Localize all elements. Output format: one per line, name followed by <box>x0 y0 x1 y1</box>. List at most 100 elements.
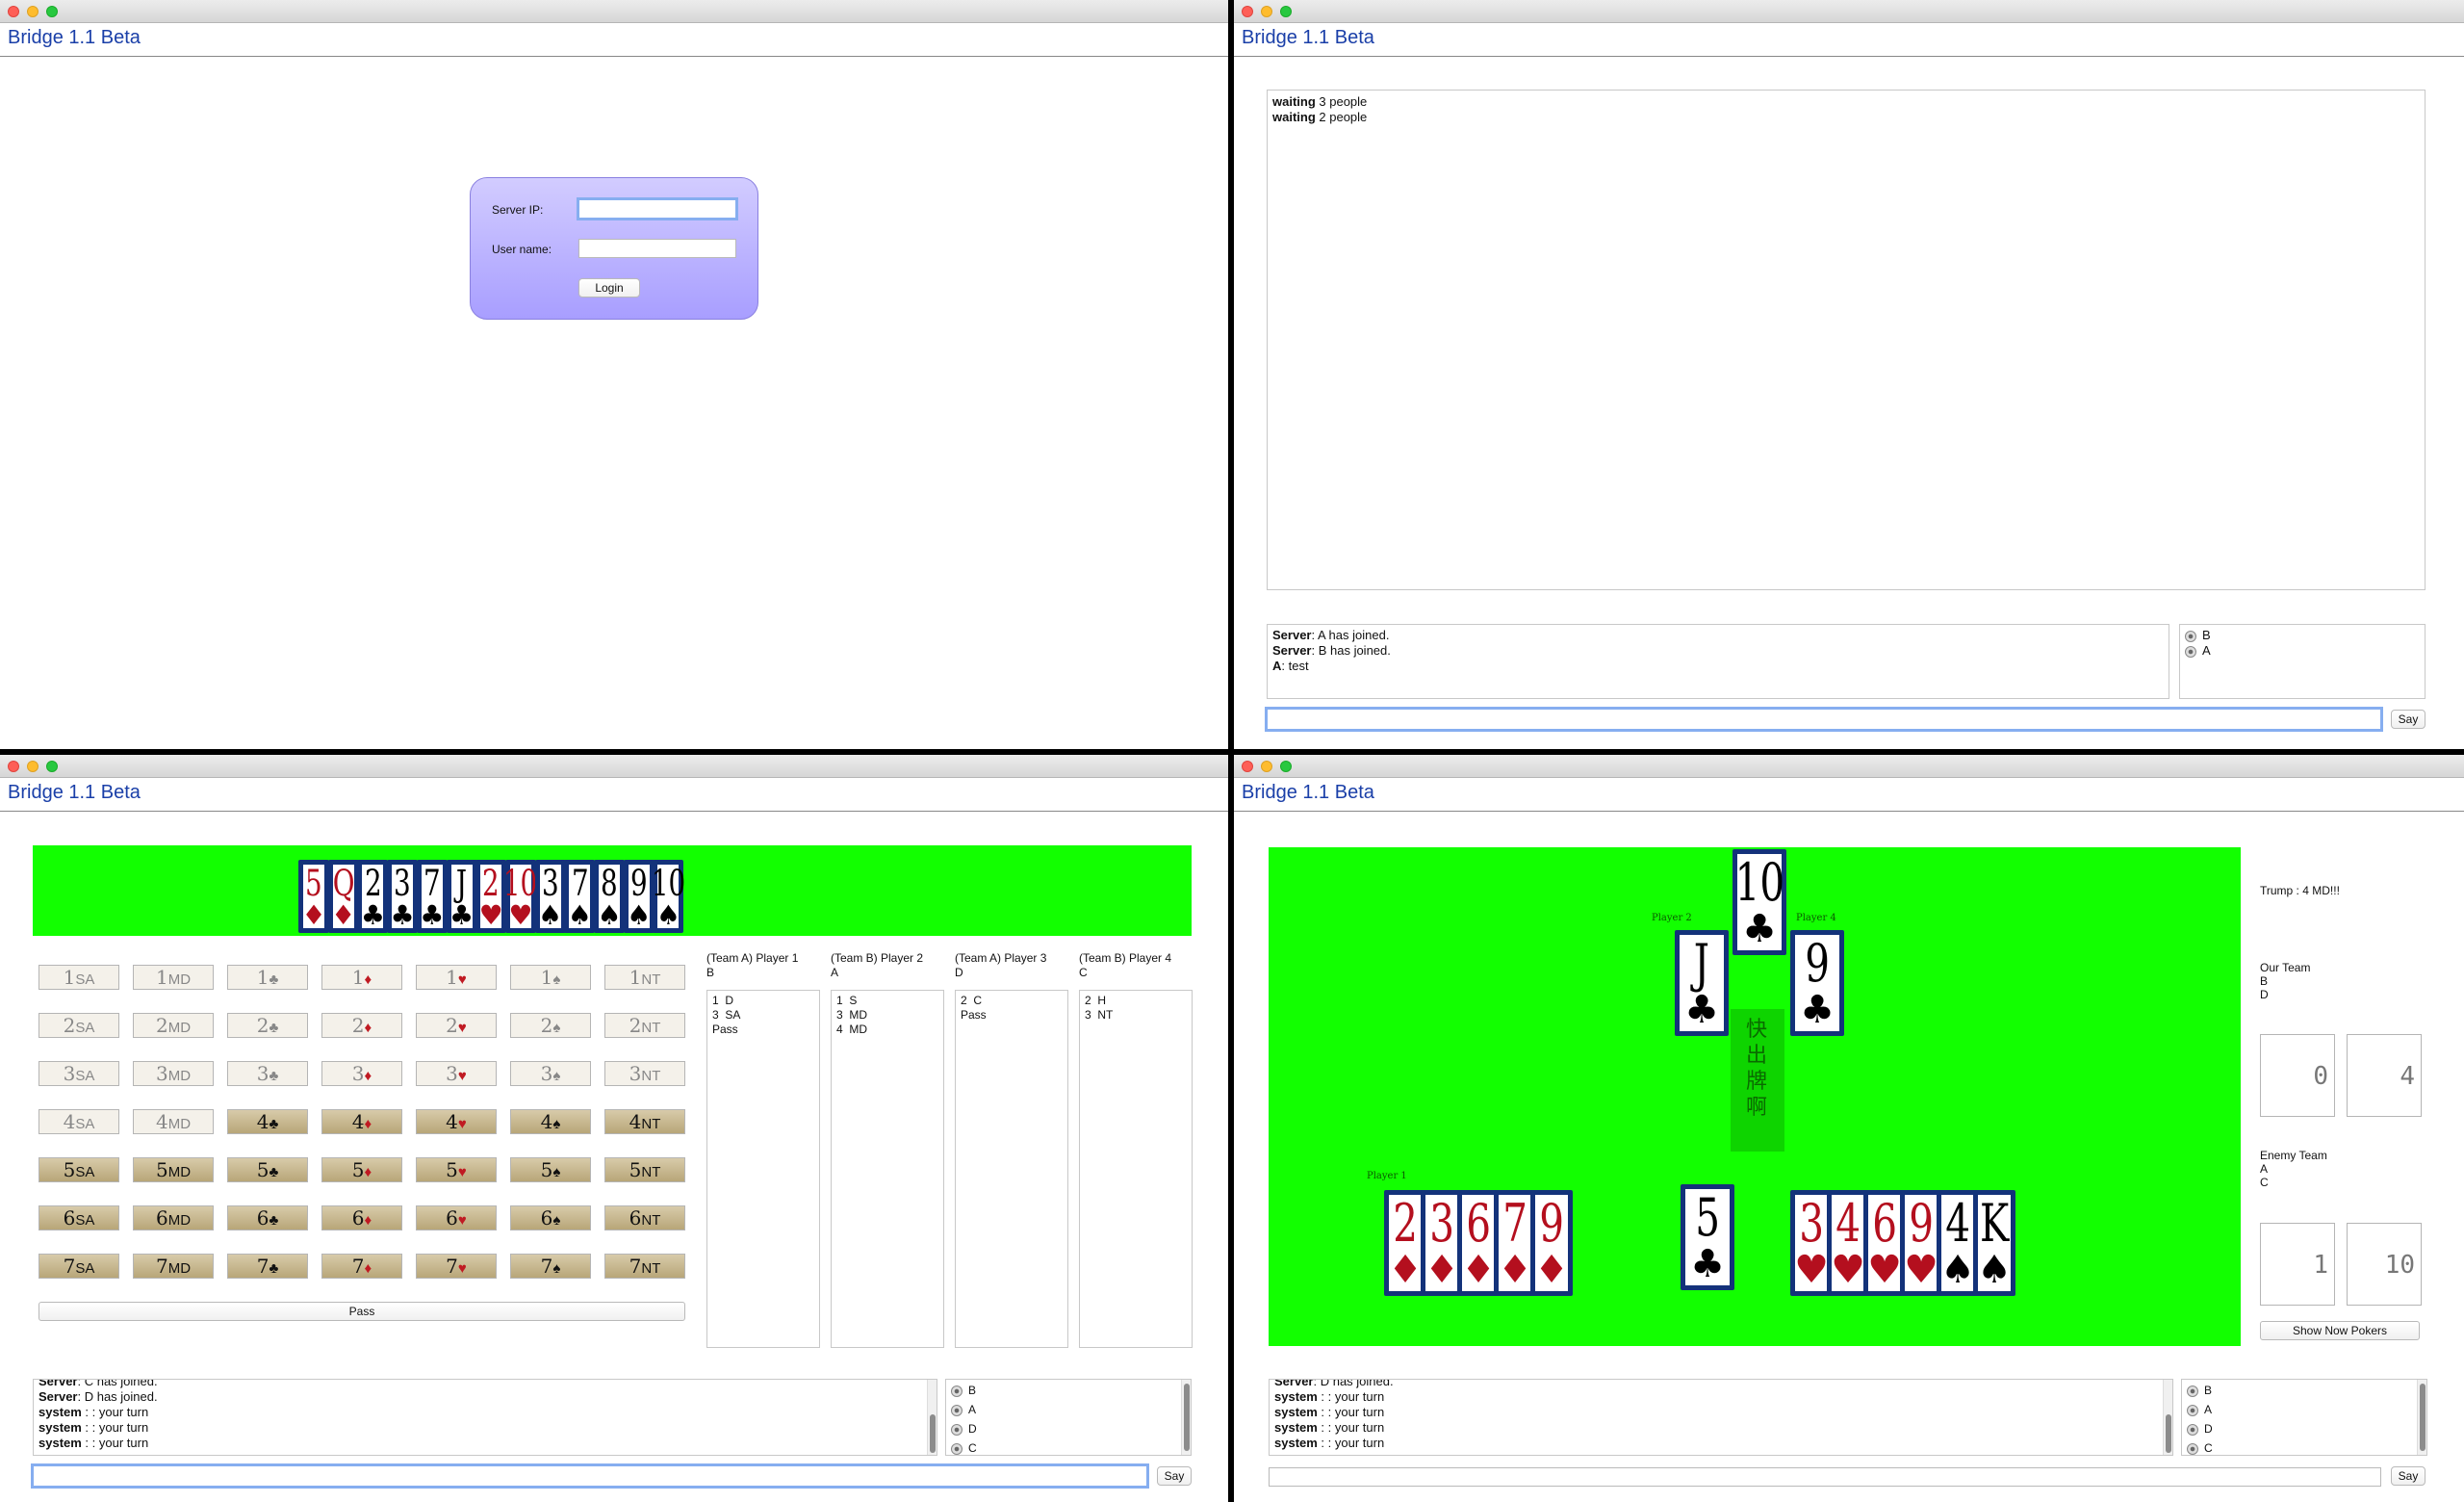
hand-card[interactable]: 8 ♠ <box>594 860 625 933</box>
player-list[interactable]: B A D C <box>2181 1379 2427 1456</box>
username-input[interactable] <box>578 239 736 258</box>
bid-button[interactable]: 2♦ <box>321 1013 402 1038</box>
bid-button[interactable]: 4NT <box>604 1109 685 1134</box>
bid-button[interactable]: 3♠ <box>510 1061 591 1086</box>
hand-card[interactable]: 9 ♠ <box>623 860 654 933</box>
close-icon[interactable] <box>1242 6 1253 17</box>
hand-card[interactable]: 10 ♥ <box>503 860 538 933</box>
bid-button[interactable]: 5MD <box>133 1157 214 1182</box>
bid-button[interactable]: 6♥ <box>416 1205 497 1230</box>
bid-button[interactable]: 4♠ <box>510 1109 591 1134</box>
hand-card[interactable]: J ♣ <box>446 860 477 933</box>
player-item[interactable]: A <box>2187 1400 2422 1419</box>
say-button[interactable]: Say <box>1157 1466 1192 1486</box>
hand-card[interactable]: 7 ♠ <box>564 860 596 933</box>
player-item[interactable]: B <box>2187 1381 2422 1400</box>
player-item[interactable]: B <box>2185 628 2420 643</box>
bid-button[interactable]: 6NT <box>604 1205 685 1230</box>
bid-button[interactable]: 3SA <box>38 1061 119 1086</box>
bid-button[interactable]: 3♦ <box>321 1061 402 1086</box>
player-scrollbar[interactable] <box>2417 1380 2426 1455</box>
bid-button[interactable]: 7SA <box>38 1254 119 1279</box>
bid-button[interactable]: 5♦ <box>321 1157 402 1182</box>
title-bar[interactable] <box>0 755 1228 778</box>
hand-card[interactable]: 10 ♠ <box>652 860 685 933</box>
hand-card[interactable]: 5 ♦ <box>298 860 329 933</box>
hand-card[interactable]: K ♠ <box>1973 1190 2015 1296</box>
chat-scrollbar[interactable] <box>2163 1380 2172 1455</box>
bid-button[interactable]: 3MD <box>133 1061 214 1086</box>
bid-button[interactable]: 3♥ <box>416 1061 497 1086</box>
bid-button[interactable]: 1SA <box>38 965 119 990</box>
zoom-icon[interactable] <box>46 6 58 17</box>
bid-button[interactable]: 4SA <box>38 1109 119 1134</box>
bid-button[interactable]: 6SA <box>38 1205 119 1230</box>
chat-log[interactable]: Server: D has joined. system : : your tu… <box>1269 1379 2173 1456</box>
played-card[interactable]: 9 ♣ <box>1790 930 1844 1036</box>
title-bar[interactable] <box>1234 755 2464 778</box>
bid-button[interactable]: 4♦ <box>321 1109 402 1134</box>
player-item[interactable]: D <box>951 1419 1186 1438</box>
chat-log[interactable]: Server: A has joined. Server: B has join… <box>1267 624 2169 699</box>
bid-button[interactable]: 3NT <box>604 1061 685 1086</box>
minimize-icon[interactable] <box>1261 6 1272 17</box>
hand-card[interactable]: 2 ♣ <box>357 860 389 933</box>
bid-button[interactable]: 7MD <box>133 1254 214 1279</box>
bid-button[interactable]: 2♣ <box>227 1013 308 1038</box>
player-item[interactable]: B <box>951 1381 1186 1400</box>
bid-button[interactable]: 2SA <box>38 1013 119 1038</box>
close-icon[interactable] <box>1242 761 1253 772</box>
chat-input[interactable] <box>31 1463 1149 1489</box>
chat-input[interactable] <box>1265 707 2383 732</box>
bid-button[interactable]: 5♠ <box>510 1157 591 1182</box>
bid-button[interactable]: 2♠ <box>510 1013 591 1038</box>
player-item[interactable]: A <box>951 1400 1186 1419</box>
bid-button[interactable]: 7♣ <box>227 1254 308 1279</box>
bid-button[interactable]: 1♠ <box>510 965 591 990</box>
bid-button[interactable]: 7♦ <box>321 1254 402 1279</box>
show-pokers-button[interactable]: Show Now Pokers <box>2260 1321 2420 1340</box>
player-item[interactable]: A <box>2185 643 2420 659</box>
zoom-icon[interactable] <box>1280 6 1292 17</box>
bid-button[interactable]: 4♥ <box>416 1109 497 1134</box>
hand-card[interactable]: 3 ♣ <box>387 860 419 933</box>
bid-button[interactable]: 1MD <box>133 965 214 990</box>
server-ip-input[interactable] <box>577 197 738 220</box>
chat-input[interactable] <box>1269 1467 2381 1487</box>
bid-button[interactable]: 5SA <box>38 1157 119 1182</box>
bid-button[interactable]: 6♠ <box>510 1205 591 1230</box>
hand-card[interactable]: Q ♦ <box>327 860 359 933</box>
minimize-icon[interactable] <box>1261 761 1272 772</box>
login-button[interactable]: Login <box>578 278 640 298</box>
bid-button[interactable]: 6MD <box>133 1205 214 1230</box>
title-bar[interactable] <box>0 0 1228 23</box>
bid-button[interactable]: 7♥ <box>416 1254 497 1279</box>
bid-button[interactable]: 4♣ <box>227 1109 308 1134</box>
player-scrollbar[interactable] <box>1181 1380 1191 1455</box>
bid-button[interactable]: 5NT <box>604 1157 685 1182</box>
bid-button[interactable]: 1♦ <box>321 965 402 990</box>
played-card[interactable]: 5 ♣ <box>1681 1184 1734 1290</box>
close-icon[interactable] <box>8 6 19 17</box>
chat-scrollbar[interactable] <box>927 1380 937 1455</box>
minimize-icon[interactable] <box>27 6 38 17</box>
bid-button[interactable]: 3♣ <box>227 1061 308 1086</box>
hand-card[interactable]: 9 ♦ <box>1530 1190 1573 1296</box>
bid-button[interactable]: 6♦ <box>321 1205 402 1230</box>
player-item[interactable]: C <box>2187 1438 2422 1455</box>
chat-log[interactable]: Server: C has joined. Server: D has join… <box>33 1379 937 1456</box>
bid-button[interactable]: 4MD <box>133 1109 214 1134</box>
bid-button[interactable]: 7♠ <box>510 1254 591 1279</box>
bid-button[interactable]: 2NT <box>604 1013 685 1038</box>
bid-button[interactable]: 2MD <box>133 1013 214 1038</box>
zoom-icon[interactable] <box>46 761 58 772</box>
bid-button[interactable]: 6♣ <box>227 1205 308 1230</box>
zoom-icon[interactable] <box>1280 761 1292 772</box>
played-card[interactable]: J ♣ <box>1675 930 1729 1036</box>
minimize-icon[interactable] <box>27 761 38 772</box>
hand-card[interactable]: 2 ♥ <box>475 860 507 933</box>
bid-button[interactable]: 1♣ <box>227 965 308 990</box>
say-button[interactable]: Say <box>2391 710 2426 729</box>
bid-button[interactable]: 5♥ <box>416 1157 497 1182</box>
bid-button[interactable]: 7NT <box>604 1254 685 1279</box>
